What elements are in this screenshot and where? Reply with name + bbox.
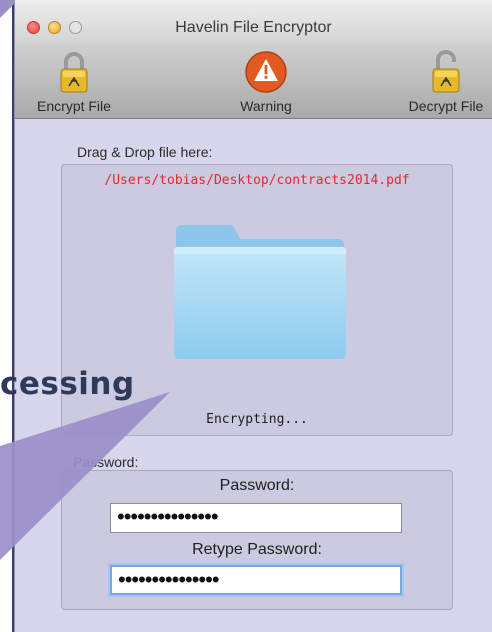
title-bar: Havelin File Encryptor — [15, 0, 492, 44]
file-path: /Users/tobias/Desktop/contracts2014.pdf — [104, 173, 410, 188]
toolbar: Encrypt File Warning Decrypt File — [15, 44, 492, 119]
password-field[interactable]: ••••••••••••••• — [110, 503, 402, 533]
warning-label: Warning — [240, 98, 292, 114]
window-title: Havelin File Encryptor — [175, 19, 332, 36]
decrypt-file-label: Decrypt File — [408, 98, 484, 114]
warning-button[interactable]: Warning — [221, 50, 311, 114]
password-section-label: Password: — [73, 454, 139, 470]
lock-open-icon — [432, 50, 460, 93]
password-label: Password: — [219, 477, 295, 494]
warning-icon — [245, 51, 287, 93]
lock-closed-icon — [60, 52, 88, 93]
decrypt-file-button[interactable]: Decrypt File — [391, 50, 492, 114]
encrypt-file-label: Encrypt File — [37, 98, 111, 114]
drop-zone-label: Drag & Drop file here: — [77, 144, 213, 160]
retype-password-label: Retype Password: — [192, 541, 322, 558]
slide-overlay-text: cessing — [0, 366, 135, 402]
app-window: Havelin File Encryptor Encrypt File Warn… — [14, 0, 492, 632]
password-panel: Password: ••••••••••••••• Retype Passwor… — [61, 470, 453, 610]
retype-password-field[interactable]: ••••••••••••••• — [110, 565, 402, 595]
folder-icon — [174, 225, 346, 359]
encryption-status: Encrypting... — [206, 412, 308, 427]
encrypt-file-button[interactable]: Encrypt File — [19, 50, 129, 114]
